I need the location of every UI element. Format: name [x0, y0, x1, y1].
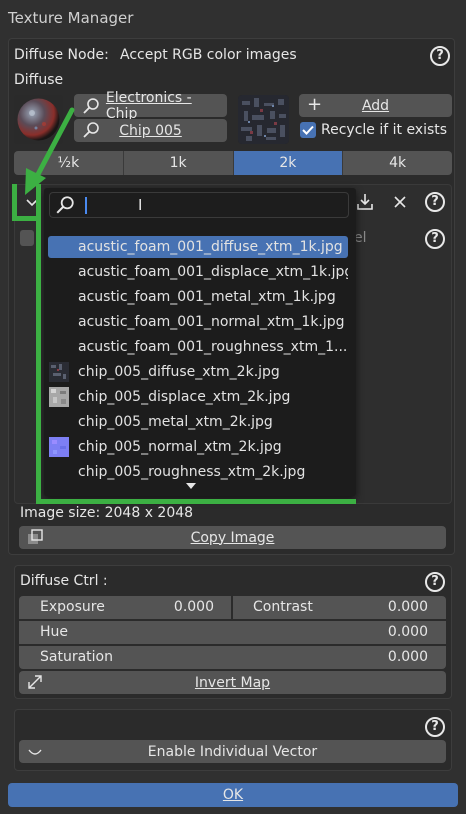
file-list-item[interactable]: chip_005_metal_xtm_2k.jpg	[48, 411, 348, 433]
image-size-text: Image size: 2048 x 2048	[20, 505, 194, 521]
diffuse-node-value: Accept RGB color images	[120, 47, 297, 63]
invert-map-label: Invert Map	[194, 674, 271, 691]
file-list-item[interactable]: chip_005_roughness_xtm_2k.jpg	[48, 461, 348, 483]
file-list-item[interactable]: acustic_foam_001_metal_xtm_1k.jpg	[48, 286, 348, 308]
diffuse-ctrl-label: Diffuse Ctrl :	[20, 573, 108, 589]
material-button[interactable]: Chip 005	[74, 119, 227, 142]
file-name: chip_005_diffuse_xtm_2k.jpg	[78, 364, 280, 380]
enable-individual-vector-button[interactable]: Enable Individual Vector	[19, 740, 446, 763]
hue-label: Hue	[40, 624, 69, 640]
help-icon[interactable]: ?	[430, 46, 450, 66]
file-list-item[interactable]: chip_005_displace_xtm_2k.jpg	[48, 386, 348, 408]
file-name: chip_005_displace_xtm_2k.jpg	[78, 389, 291, 405]
add-button[interactable]: + Add	[299, 94, 452, 117]
curve-icon	[28, 749, 42, 755]
category-label: Electronics - Chip	[105, 89, 192, 122]
invert-map-button[interactable]: Invert Map	[19, 671, 446, 694]
contrast-value: 0.000	[387, 599, 428, 615]
annotation-frame-bottom-left	[12, 216, 41, 221]
tab-2k[interactable]: 2k	[233, 151, 344, 175]
ok-button[interactable]: OK	[8, 783, 458, 807]
image-search-dropdown: I acustic_foam_001_diffuse_xtm_1k.jpgacu…	[44, 188, 356, 496]
saturation-slider[interactable]: Saturation 0.000	[19, 646, 446, 669]
file-list-item[interactable]: acustic_foam_001_diffuse_xtm_1k.jpg	[48, 236, 348, 258]
file-list-item[interactable]: chip_005_normal_xtm_2k.jpg	[48, 436, 348, 458]
window-title: Texture Manager	[8, 9, 134, 27]
annotation-arrow	[25, 107, 75, 195]
file-name: chip_005_metal_xtm_2k.jpg	[78, 414, 273, 430]
exposure-slider[interactable]: Exposure 0.000	[19, 596, 231, 619]
annotation-frame-bottom	[36, 499, 356, 504]
copy-icon	[28, 529, 43, 544]
tab-4k[interactable]: 4k	[343, 151, 452, 175]
help-icon[interactable]: ?	[425, 572, 445, 592]
texture-thumbnail-icon	[49, 437, 69, 457]
file-list-item[interactable]: acustic_foam_001_displace_xtm_1k.jpg	[48, 261, 348, 283]
copy-image-label: Copy Image	[190, 529, 275, 546]
annotation-frame-left	[36, 184, 41, 504]
ibeam-cursor: I	[138, 196, 143, 214]
tab-1k[interactable]: 1k	[124, 151, 234, 175]
help-icon[interactable]: ?	[425, 229, 445, 249]
exposure-value: 0.000	[173, 599, 214, 615]
text-caret	[85, 197, 87, 214]
add-label: Add	[361, 97, 390, 114]
contrast-slider[interactable]: Contrast 0.000	[233, 596, 446, 619]
search-icon	[83, 97, 99, 114]
hue-slider[interactable]: Hue 0.000	[19, 621, 446, 644]
file-name: acustic_foam_001_metal_xtm_1k.jpg	[78, 289, 336, 305]
file-name: acustic_foam_001_normal_xtm_1k.jpg	[78, 314, 345, 330]
diffuse-node-label: Diffuse Node:	[14, 47, 109, 63]
recycle-label: Recycle if it exists	[321, 122, 448, 138]
search-field[interactable]: I	[49, 192, 349, 218]
file-name: acustic_foam_001_displace_xtm_1k.jpg	[78, 264, 348, 280]
file-name: chip_005_normal_xtm_2k.jpg	[78, 439, 282, 455]
import-icon[interactable]	[355, 192, 375, 212]
close-icon[interactable]	[391, 193, 409, 211]
search-icon	[83, 122, 99, 138]
contrast-label: Contrast	[253, 599, 313, 615]
exposure-label: Exposure	[40, 599, 105, 615]
texture-thumbnail-icon	[49, 362, 69, 382]
section-label: Diffuse	[14, 72, 64, 88]
texture-thumbnail[interactable]	[238, 95, 289, 144]
material-label: Chip 005	[119, 122, 182, 139]
file-name: acustic_foam_001_diffuse_xtm_1k.jpg	[78, 239, 343, 255]
plus-icon: +	[307, 94, 323, 115]
help-icon[interactable]: ?	[425, 717, 445, 737]
hidden-row-checkbox[interactable]	[20, 230, 34, 246]
recycle-checkbox[interactable]	[300, 122, 316, 138]
ok-label: OK	[222, 787, 244, 803]
saturation-label: Saturation	[40, 649, 113, 665]
copy-image-button[interactable]: Copy Image	[19, 526, 446, 549]
file-list-item[interactable]: acustic_foam_001_roughness_xtm_1...	[48, 336, 348, 358]
saturation-value: 0.000	[387, 649, 428, 665]
category-button[interactable]: Electronics - Chip	[74, 90, 227, 122]
annotation-frame-left-top	[12, 184, 17, 220]
file-list-item[interactable]: chip_005_diffuse_xtm_2k.jpg	[48, 361, 348, 383]
texture-thumbnail-icon	[49, 387, 69, 407]
file-name: acustic_foam_001_roughness_xtm_1...	[78, 339, 348, 355]
enable-individual-vector-label: Enable Individual Vector	[147, 743, 318, 760]
help-icon[interactable]: ?	[425, 192, 445, 212]
checkbox-icon	[302, 125, 314, 135]
scroll-down-arrow-icon[interactable]	[185, 478, 197, 489]
file-list-item[interactable]: acustic_foam_001_normal_xtm_1k.jpg	[48, 311, 348, 333]
swap-icon	[28, 675, 42, 689]
hue-value: 0.000	[387, 624, 428, 640]
